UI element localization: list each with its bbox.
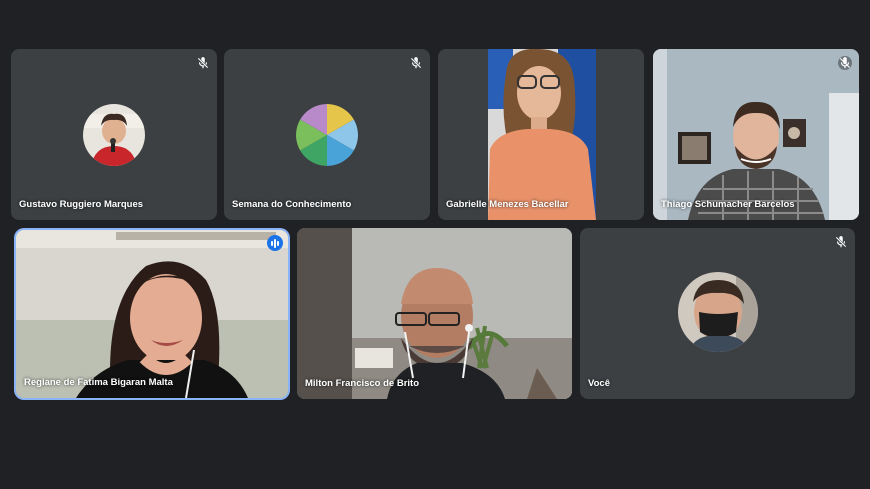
- participant-video: [297, 228, 572, 399]
- participant-name: Regiane de Fatima Bigaran Malta: [24, 377, 173, 388]
- participant-name: Milton Francisco de Brito: [305, 378, 420, 389]
- participant-avatar: [83, 104, 145, 166]
- participant-tile-gabrielle[interactable]: Gabrielle Menezes Bacellar: [438, 49, 644, 220]
- participant-tile-milton[interactable]: Milton Francisco de Brito: [297, 228, 572, 399]
- participant-avatar: [678, 272, 758, 352]
- participant-tile-semana[interactable]: Semana do Conhecimento: [224, 49, 430, 220]
- participant-video: [16, 230, 288, 398]
- participant-name: Gabrielle Menezes Bacellar: [446, 199, 569, 210]
- participant-name: Semana do Conhecimento: [232, 199, 352, 210]
- mic-off-icon: [838, 56, 852, 70]
- participant-tile-self[interactable]: Você: [580, 228, 855, 399]
- participant-tile-regiane[interactable]: Regiane de Fatima Bigaran Malta: [16, 230, 288, 398]
- meeting-grid: Gustavo Ruggiero Marques Semana do Conhe…: [0, 0, 870, 489]
- audio-level-icon: [267, 235, 283, 251]
- participant-name: Thiago Schumacher Barcelos: [661, 199, 795, 210]
- participant-video: [653, 49, 859, 220]
- participant-tile-gustavo[interactable]: Gustavo Ruggiero Marques: [11, 49, 217, 220]
- participant-avatar: [296, 104, 358, 166]
- mic-off-icon: [197, 57, 209, 69]
- participant-tile-thiago[interactable]: Thiago Schumacher Barcelos: [653, 49, 859, 220]
- mic-off-icon: [410, 57, 422, 69]
- participant-name: Gustavo Ruggiero Marques: [19, 199, 144, 210]
- mic-off-icon: [835, 236, 847, 248]
- participant-name: Você: [588, 378, 611, 389]
- participant-video: [438, 49, 644, 220]
